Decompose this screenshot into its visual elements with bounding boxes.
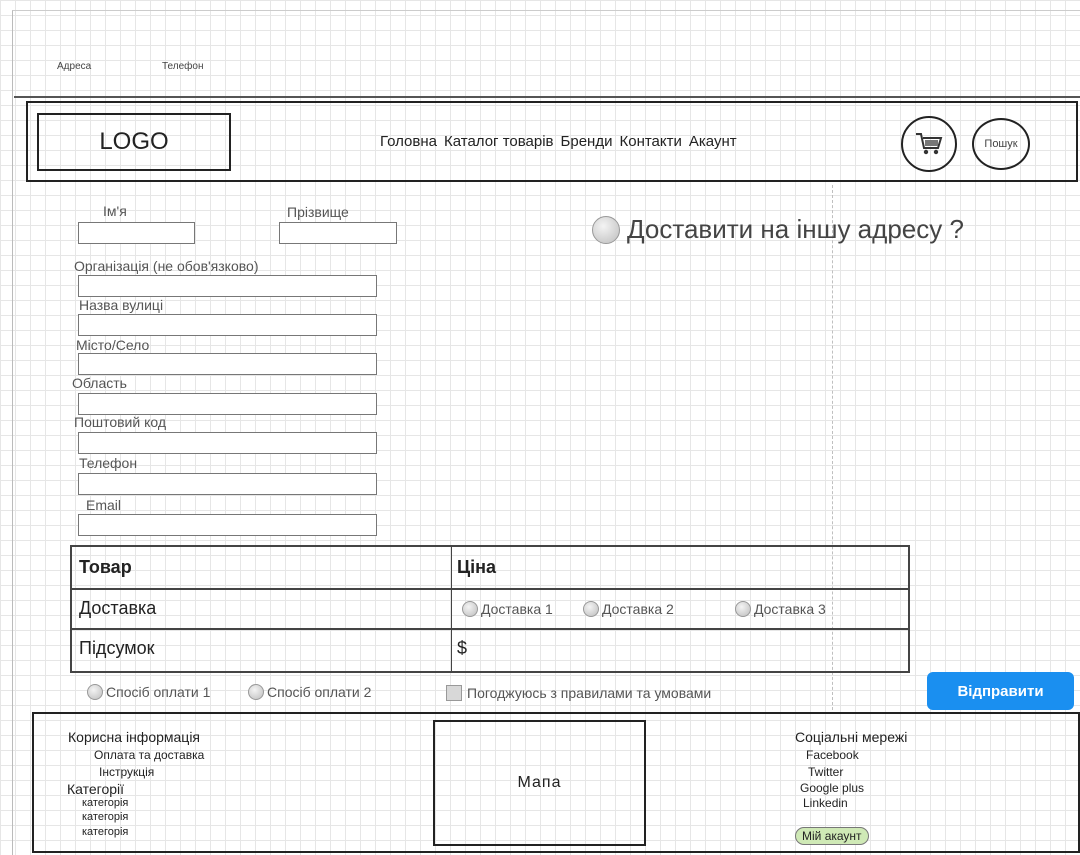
phone-text: Телефон — [162, 61, 204, 72]
map-label: Мапа — [517, 774, 562, 791]
organization-label: Організація (не обов'язково) — [74, 258, 259, 274]
footer-link-payment[interactable]: Оплата та доставка — [94, 749, 204, 761]
phone-input[interactable] — [78, 473, 377, 495]
map[interactable]: Мапа — [433, 720, 646, 846]
total-value: $ — [457, 637, 468, 658]
logo-text: LOGO — [99, 128, 169, 155]
footer-category-2[interactable]: категорія — [82, 811, 128, 823]
postal-label: Поштовий код — [74, 414, 167, 430]
payment-option-2[interactable]: Спосіб оплати 2 — [248, 684, 371, 700]
organization-input[interactable] — [78, 275, 377, 297]
street-input[interactable] — [78, 314, 377, 336]
social-link-linkedin[interactable]: Linkedin — [803, 797, 848, 809]
footer-category-3[interactable]: категорія — [82, 826, 128, 838]
header-divider — [14, 96, 1080, 98]
deliver-other-label: Доставити на іншу адресу ? — [627, 214, 964, 244]
delivery-2-radio[interactable] — [583, 600, 599, 617]
search-button[interactable]: Пошук — [972, 118, 1030, 170]
nav-item-catalog[interactable]: Каталог товарів — [444, 133, 554, 150]
region-input[interactable] — [78, 393, 377, 415]
nav-item-brands[interactable]: Бренди — [561, 133, 613, 150]
social-link-facebook[interactable]: Facebook — [806, 749, 859, 761]
first-name-input[interactable] — [78, 222, 195, 244]
deliver-other-radio[interactable] — [592, 215, 620, 244]
cart-button[interactable] — [901, 116, 957, 172]
delivery-3-label: Доставка 3 — [754, 600, 826, 617]
submit-button[interactable]: Відправити — [927, 672, 1074, 710]
email-label: Email — [86, 497, 122, 513]
table-header-row: Товар Ціна — [72, 547, 908, 590]
street-label: Назва вулиці — [79, 297, 164, 313]
delivery-label: Доставка — [79, 598, 157, 618]
last-name-input[interactable] — [279, 222, 397, 244]
delivery-1-label: Доставка 1 — [481, 600, 553, 617]
terms-checkbox[interactable] — [446, 685, 462, 701]
footer-category-1[interactable]: категорія — [82, 797, 128, 809]
phone-label: Телефон — [79, 455, 138, 471]
nav-item-home[interactable]: Головна — [380, 133, 437, 150]
payment-2-radio[interactable] — [248, 684, 264, 700]
region-label: Область — [72, 375, 127, 391]
terms-label: Погоджуюсь з правилами та умовами — [467, 685, 712, 701]
delivery-3-radio[interactable] — [735, 600, 751, 617]
logo[interactable]: LOGO — [37, 113, 231, 171]
total-row: Підсумок $ — [72, 629, 908, 667]
total-label: Підсумок — [79, 637, 155, 658]
city-label: Місто/Село — [76, 337, 150, 353]
product-header: Товар — [79, 557, 132, 577]
nav-item-contacts[interactable]: Контакти — [619, 133, 681, 150]
price-header: Ціна — [457, 557, 497, 577]
terms-option[interactable]: Погоджуюсь з правилами та умовами — [446, 685, 711, 701]
delivery-row: Доставка Доставка 1 Доставка 2 Доставка … — [72, 589, 908, 630]
useful-info-title: Корисна інформація — [68, 729, 201, 745]
payment-option-1[interactable]: Спосіб оплати 1 — [87, 684, 210, 700]
city-input[interactable] — [78, 353, 377, 375]
categories-title: Категорії — [67, 781, 125, 797]
nav-item-account[interactable]: Акаунт — [689, 133, 737, 150]
last-name-label: Прізвище — [287, 204, 349, 220]
payment-1-label: Спосіб оплати 1 — [106, 684, 211, 700]
my-account-button[interactable]: Мій акаунт — [795, 827, 869, 845]
deliver-other-option[interactable]: Доставити на іншу адресу ? — [592, 214, 964, 245]
column-divider — [451, 547, 452, 671]
social-link-twitter[interactable]: Twitter — [808, 766, 843, 778]
order-table: Товар Ціна Доставка Доставка 1 Доставка … — [70, 545, 910, 673]
delivery-1-radio[interactable] — [462, 600, 478, 617]
delivery-option-3[interactable]: Доставка 3 — [735, 589, 826, 628]
footer-link-instruction[interactable]: Інструкція — [99, 766, 154, 778]
payment-2-label: Спосіб оплати 2 — [267, 684, 372, 700]
delivery-2-label: Доставка 2 — [602, 600, 674, 617]
social-link-googleplus[interactable]: Google plus — [800, 782, 864, 794]
payment-1-radio[interactable] — [87, 684, 103, 700]
delivery-option-2[interactable]: Доставка 2 — [583, 589, 674, 628]
delivery-option-1[interactable]: Доставка 1 — [462, 589, 553, 628]
main-nav: Головна Каталог товарів Бренди Контакти … — [380, 133, 744, 150]
address-text: Адреса — [57, 61, 92, 72]
cart-icon — [916, 133, 943, 155]
search-label: Пошук — [984, 138, 1018, 150]
first-name-label: Ім'я — [103, 203, 127, 219]
postal-input[interactable] — [78, 432, 377, 454]
social-title: Соціальні мережі — [795, 729, 908, 745]
email-input[interactable] — [78, 514, 377, 536]
